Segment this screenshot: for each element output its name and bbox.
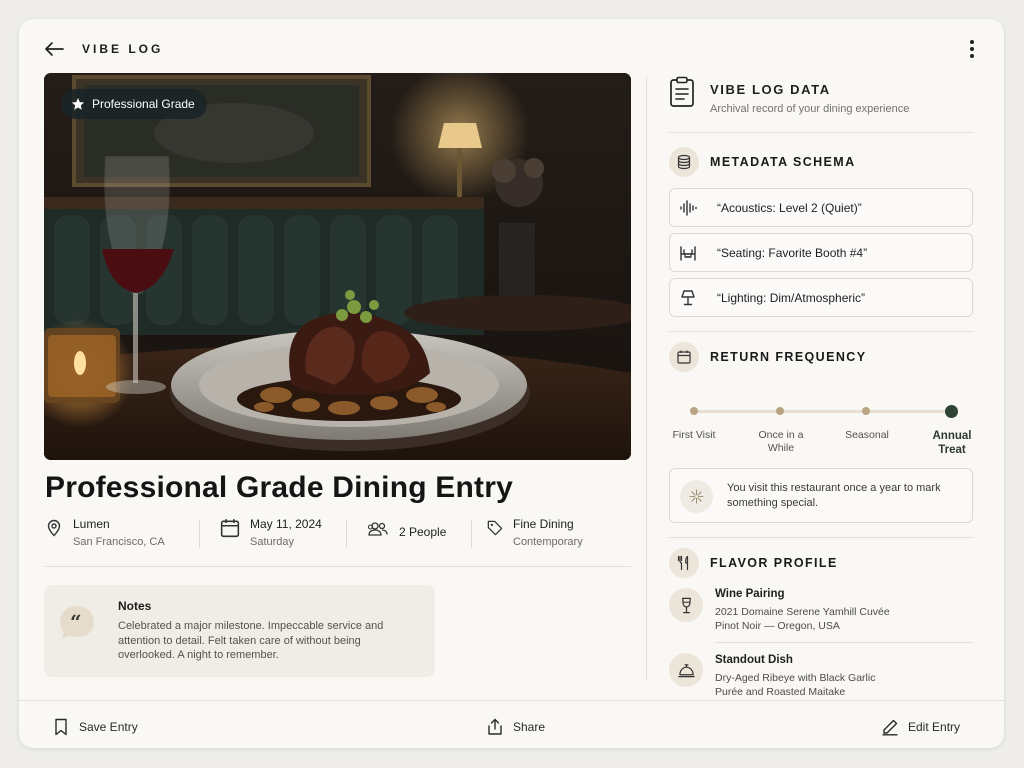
category-type: Fine Dining	[513, 517, 574, 531]
share-button[interactable]: Share	[486, 715, 545, 739]
panel-subtitle: Archival record of your dining experienc…	[710, 103, 910, 115]
frequency-note-text: You visit this restaurant once a year to…	[727, 482, 941, 509]
notes-card: “ Notes Celebrated a major milestone. Im…	[44, 585, 435, 677]
sparkle-icon-badge	[680, 480, 713, 513]
standout-dish-line1: Dry-Aged Ribeye with Black Garlic	[715, 672, 876, 684]
entry-day: Saturday	[250, 536, 295, 548]
lamp-icon	[681, 289, 695, 305]
meta-location: Lumen San Francisco, CA	[45, 516, 165, 549]
panel-title: VIBE LOG DATA	[710, 82, 831, 97]
meta-divider	[199, 520, 200, 548]
schema-item-lighting: “Lighting: Dim/Atmospheric”	[669, 278, 973, 317]
wine-pairing-title: Wine Pairing	[715, 588, 785, 600]
sparkle-icon	[689, 489, 704, 504]
vibe-log-data-panel: VIBE LOG DATA Archival record of your di…	[669, 19, 973, 699]
metadata-section-icon	[669, 147, 699, 177]
share-label: Share	[513, 720, 546, 734]
frequency-title: RETURN FREQUENCY	[710, 350, 867, 364]
category-style: Contemporary	[513, 536, 583, 548]
back-button[interactable]	[43, 39, 65, 59]
notes-body: Celebrated a major milestone. Impeccable…	[118, 620, 384, 661]
notes-label: Notes	[118, 599, 152, 613]
wine-pairing-line1: 2021 Domaine Serene Yamhill Cuvée	[715, 606, 890, 618]
standout-dish-icon-badge	[669, 653, 703, 687]
vibe-log-card: VIBE LOG Professional Grade Professional…	[19, 19, 1004, 748]
divider	[45, 566, 631, 567]
wine-glass-icon	[681, 597, 691, 613]
frequency-section-icon	[669, 342, 699, 372]
wine-pairing-icon-badge	[669, 588, 703, 622]
meta-party: 2 People	[367, 516, 446, 540]
frequency-label: First Visit	[672, 429, 716, 441]
cloche-icon	[677, 663, 695, 677]
entry-date: May 11, 2024	[250, 517, 322, 531]
schema-item-acoustics: “Acoustics: Level 2 (Quiet)”	[669, 188, 973, 227]
frequency-note: You visit this restaurant once a year to…	[669, 468, 973, 523]
dining-scene-illustration	[44, 73, 631, 460]
arrow-left-icon	[45, 42, 64, 56]
edit-entry-label: Edit Entry	[908, 720, 961, 734]
frequency-label: Seasonal	[845, 429, 889, 441]
divider	[669, 331, 973, 332]
fork-knife-icon	[677, 555, 689, 571]
entry-meta-row: Lumen San Francisco, CA May 11, 2024 Sat…	[45, 516, 631, 556]
star-icon	[71, 98, 85, 110]
flavor-section-icon	[669, 548, 699, 578]
bookmark-icon	[55, 718, 67, 736]
standout-dish-line2: Purée and Roasted Maitake	[715, 686, 846, 698]
entry-title: Professional Grade Dining Entry	[45, 471, 513, 504]
calendar-icon	[677, 350, 691, 364]
frequency-option-seasonal[interactable]	[862, 407, 870, 415]
tag-icon	[487, 520, 503, 536]
location-pin-icon	[47, 519, 61, 537]
panel-divider	[646, 77, 647, 681]
svg-text:“: “	[70, 610, 82, 634]
database-icon	[677, 154, 691, 170]
schema-item-seating: “Seating: Favorite Booth #4”	[669, 233, 973, 272]
frequency-option-once-in-a-while[interactable]	[776, 407, 784, 415]
pencil-icon	[882, 719, 898, 736]
schema-text: “Acoustics: Level 2 (Quiet)”	[717, 200, 862, 215]
meta-divider	[346, 520, 347, 548]
schema-text: “Lighting: Dim/Atmospheric”	[717, 290, 866, 305]
frequency-track	[693, 410, 953, 413]
divider	[669, 132, 973, 133]
clipboard-icon	[670, 76, 694, 107]
professional-grade-badge: Professional Grade	[61, 89, 207, 119]
quote-bubble-icon: “	[60, 606, 94, 639]
people-icon	[367, 522, 388, 536]
share-icon	[488, 718, 502, 735]
meta-category: Fine Dining Contemporary	[487, 516, 583, 549]
schema-text: “Seating: Favorite Booth #4”	[717, 245, 868, 260]
calendar-icon	[220, 519, 240, 538]
save-entry-label: Save Entry	[79, 720, 138, 734]
party-size: 2 People	[399, 525, 447, 539]
hero-photo: Professional Grade	[44, 73, 631, 460]
divider	[715, 642, 973, 643]
app-title: VIBE LOG	[82, 42, 164, 56]
location-city: San Francisco, CA	[73, 536, 165, 548]
sound-wave-icon	[680, 199, 697, 216]
location-name: Lumen	[73, 517, 110, 531]
wine-pairing-line2: Pinot Noir — Oregon, USA	[715, 620, 840, 632]
meta-date: May 11, 2024 Saturday	[220, 516, 322, 549]
frequency-option-first-visit[interactable]	[690, 407, 698, 415]
divider	[669, 537, 973, 538]
save-entry-button[interactable]: Save Entry	[52, 715, 138, 739]
frequency-label-selected: Annual Treat	[932, 430, 972, 456]
meta-divider	[471, 520, 472, 548]
edit-entry-button[interactable]: Edit Entry	[881, 715, 960, 739]
standout-dish-title: Standout Dish	[715, 654, 793, 666]
metadata-title: METADATA SCHEMA	[710, 155, 856, 169]
frequency-label: Once in a While	[758, 429, 804, 454]
booth-seat-icon	[680, 245, 696, 261]
footer-divider	[19, 700, 1004, 701]
badge-label: Professional Grade	[92, 97, 195, 111]
flavor-title: FLAVOR PROFILE	[710, 556, 838, 570]
frequency-option-annual-treat-selected[interactable]	[945, 405, 958, 418]
